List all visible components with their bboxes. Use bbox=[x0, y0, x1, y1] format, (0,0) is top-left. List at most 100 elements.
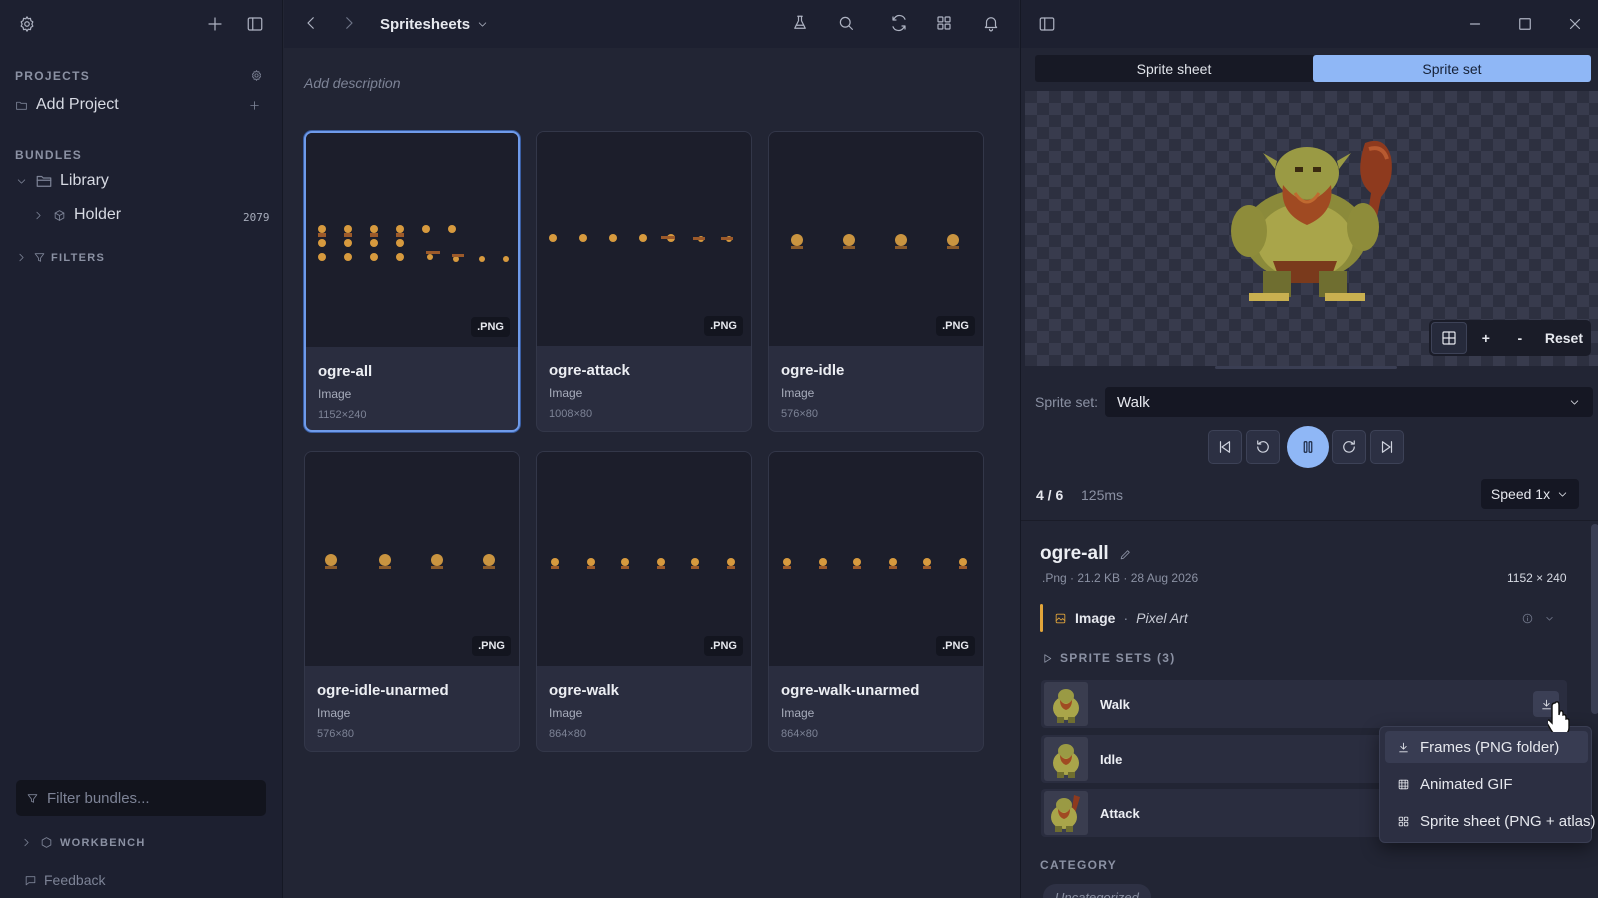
filter-icon bbox=[33, 251, 46, 264]
menu-item-sprite-sheet-atlas[interactable]: Sprite sheet (PNG + atlas) bbox=[1385, 805, 1596, 837]
card-type: Image bbox=[781, 386, 815, 400]
card-type: Image bbox=[549, 386, 583, 400]
projects-settings-icon[interactable] bbox=[250, 69, 263, 82]
resize-handle[interactable] bbox=[1215, 366, 1397, 369]
asset-card-ogre-all[interactable]: .PNG ogre-all Image 1152×240 bbox=[304, 131, 520, 432]
category-title: CATEGORY bbox=[1040, 858, 1118, 872]
chevron-down-icon bbox=[1568, 396, 1581, 409]
main-toolbar: Spritesheets bbox=[284, 0, 1019, 48]
chevron-right-icon bbox=[15, 251, 28, 264]
tab-sprite-set[interactable]: Sprite set bbox=[1313, 55, 1591, 82]
info-icon[interactable] bbox=[1521, 612, 1534, 625]
sprite-set-name: Attack bbox=[1100, 805, 1140, 821]
sprite-sets-title: SPRITE SETS (3) bbox=[1060, 651, 1176, 665]
close-icon[interactable] bbox=[1566, 15, 1584, 33]
grid-icon bbox=[1397, 815, 1410, 828]
asset-name[interactable]: ogre-all bbox=[1040, 543, 1109, 565]
category-chip[interactable]: Uncategorized bbox=[1043, 884, 1151, 898]
bundles-title: BUNDLES bbox=[15, 148, 83, 162]
holder-count: 2079 bbox=[243, 211, 270, 224]
menu-item-animated-gif[interactable]: Animated GIF bbox=[1385, 768, 1588, 800]
minimize-icon[interactable] bbox=[1466, 15, 1484, 33]
sidebar-toggle-icon[interactable] bbox=[246, 15, 264, 33]
zoom-out-button[interactable]: - bbox=[1503, 320, 1537, 356]
panel-layout-icon[interactable] bbox=[1038, 15, 1056, 33]
sidebar-item-holder[interactable]: Holder bbox=[32, 206, 121, 224]
projects-title: PROJECTS bbox=[15, 69, 91, 83]
asset-meta: .Png · 21.2 KB · 28 Aug 2026 bbox=[1042, 571, 1199, 585]
asset-kind: Image bbox=[1075, 610, 1116, 626]
card-name: ogre-all bbox=[318, 363, 373, 380]
file-type-badge: .PNG bbox=[704, 636, 743, 656]
settings-icon[interactable] bbox=[18, 15, 36, 33]
back-icon[interactable] bbox=[302, 14, 320, 32]
sprite-set-thumbnail bbox=[1044, 791, 1088, 835]
panel-titlebar bbox=[1021, 0, 1598, 48]
file-type-badge: .PNG bbox=[471, 317, 510, 337]
search-icon[interactable] bbox=[837, 14, 855, 32]
filter-bundles-box bbox=[16, 780, 266, 816]
sprite-set-row-walk[interactable]: Walk bbox=[1041, 680, 1567, 728]
feedback-label: Feedback bbox=[44, 872, 106, 888]
sprite-preview-canvas[interactable]: + - Reset bbox=[1025, 91, 1598, 366]
collection-title-dropdown[interactable]: Spritesheets bbox=[380, 16, 489, 33]
filters-toggle[interactable]: FILTERS bbox=[15, 251, 105, 264]
workbench-toggle[interactable]: WORKBENCH bbox=[20, 836, 146, 849]
forward-icon[interactable] bbox=[340, 14, 358, 32]
pencil-icon[interactable] bbox=[1119, 548, 1132, 561]
rotate-cw-icon bbox=[1343, 440, 1355, 453]
description-field[interactable]: Add description bbox=[304, 75, 401, 91]
flask-icon[interactable] bbox=[791, 14, 809, 32]
first-frame-button[interactable] bbox=[1208, 430, 1242, 464]
asset-card-ogre-attack[interactable]: .PNG ogre-attack Image 1008×80 bbox=[536, 131, 752, 432]
asset-card-ogre-walk[interactable]: .PNG ogre-walk Image 864×80 bbox=[536, 451, 752, 752]
sprite-sets-header[interactable]: SPRITE SETS (3) bbox=[1041, 651, 1176, 665]
feedback-link[interactable]: Feedback bbox=[24, 872, 105, 888]
zoom-in-button[interactable]: + bbox=[1469, 320, 1503, 356]
menu-item-label: Frames (PNG folder) bbox=[1420, 738, 1560, 756]
frame-counter: 4 / 6 bbox=[1036, 487, 1064, 503]
card-name: ogre-idle-unarmed bbox=[317, 682, 449, 699]
file-type-badge: .PNG bbox=[936, 636, 975, 656]
chevron-down-icon[interactable] bbox=[1543, 612, 1556, 625]
asset-card-ogre-idle-unarmed[interactable]: .PNG ogre-idle-unarmed Image 576×80 bbox=[304, 451, 520, 752]
play-outline-icon bbox=[1041, 652, 1054, 665]
card-thumbnail bbox=[306, 133, 518, 347]
chevron-right-icon bbox=[20, 836, 33, 849]
pause-button[interactable] bbox=[1287, 426, 1329, 468]
card-thumbnail bbox=[305, 452, 519, 666]
menu-item-frames-png[interactable]: Frames (PNG folder) bbox=[1385, 731, 1588, 763]
main-area: Spritesheets Add description .PNG ogre-a… bbox=[284, 0, 1019, 898]
asset-dimensions: 1152 × 240 bbox=[1507, 571, 1567, 585]
sidebar-item-library[interactable]: Library bbox=[15, 172, 109, 190]
refresh-icon[interactable] bbox=[890, 14, 908, 32]
view-tabs: Sprite sheet Sprite set bbox=[1035, 55, 1591, 82]
speed-select[interactable]: Speed 1x bbox=[1481, 479, 1579, 509]
last-frame-button[interactable] bbox=[1370, 430, 1404, 464]
fit-grid-button[interactable] bbox=[1430, 322, 1467, 354]
filter-bundles-input[interactable] bbox=[47, 789, 247, 807]
maximize-icon[interactable] bbox=[1516, 15, 1534, 33]
sprite-set-select[interactable]: Walk bbox=[1105, 387, 1593, 417]
asset-card-ogre-walk-unarmed[interactable]: .PNG ogre-walk-unarmed Image 864×80 bbox=[768, 451, 984, 752]
add-project-row[interactable]: Add Project bbox=[15, 96, 119, 114]
scrollbar[interactable] bbox=[1591, 524, 1598, 714]
asset-card-ogre-idle[interactable]: .PNG ogre-idle Image 576×80 bbox=[768, 131, 984, 432]
workbench-label: WORKBENCH bbox=[60, 836, 146, 849]
step-forward-button[interactable] bbox=[1332, 430, 1366, 464]
plus-icon[interactable] bbox=[206, 15, 224, 33]
asset-title-row: ogre-all bbox=[1040, 543, 1132, 565]
grid-view-icon[interactable] bbox=[935, 14, 953, 32]
step-back-button[interactable] bbox=[1246, 430, 1280, 464]
card-name: ogre-attack bbox=[549, 362, 630, 379]
package-icon bbox=[53, 209, 66, 222]
bell-icon[interactable] bbox=[982, 14, 1000, 32]
chevron-down-icon[interactable] bbox=[15, 175, 28, 188]
asset-kind-row[interactable]: Image · Pixel Art bbox=[1054, 610, 1188, 626]
tab-sprite-sheet[interactable]: Sprite sheet bbox=[1035, 55, 1313, 82]
menu-item-label: Sprite sheet (PNG + atlas) bbox=[1420, 812, 1596, 830]
holder-label: Holder bbox=[74, 206, 122, 223]
add-project-plus-icon[interactable] bbox=[248, 99, 261, 112]
zoom-reset-button[interactable]: Reset bbox=[1537, 320, 1591, 356]
chevron-right-icon[interactable] bbox=[32, 209, 45, 222]
